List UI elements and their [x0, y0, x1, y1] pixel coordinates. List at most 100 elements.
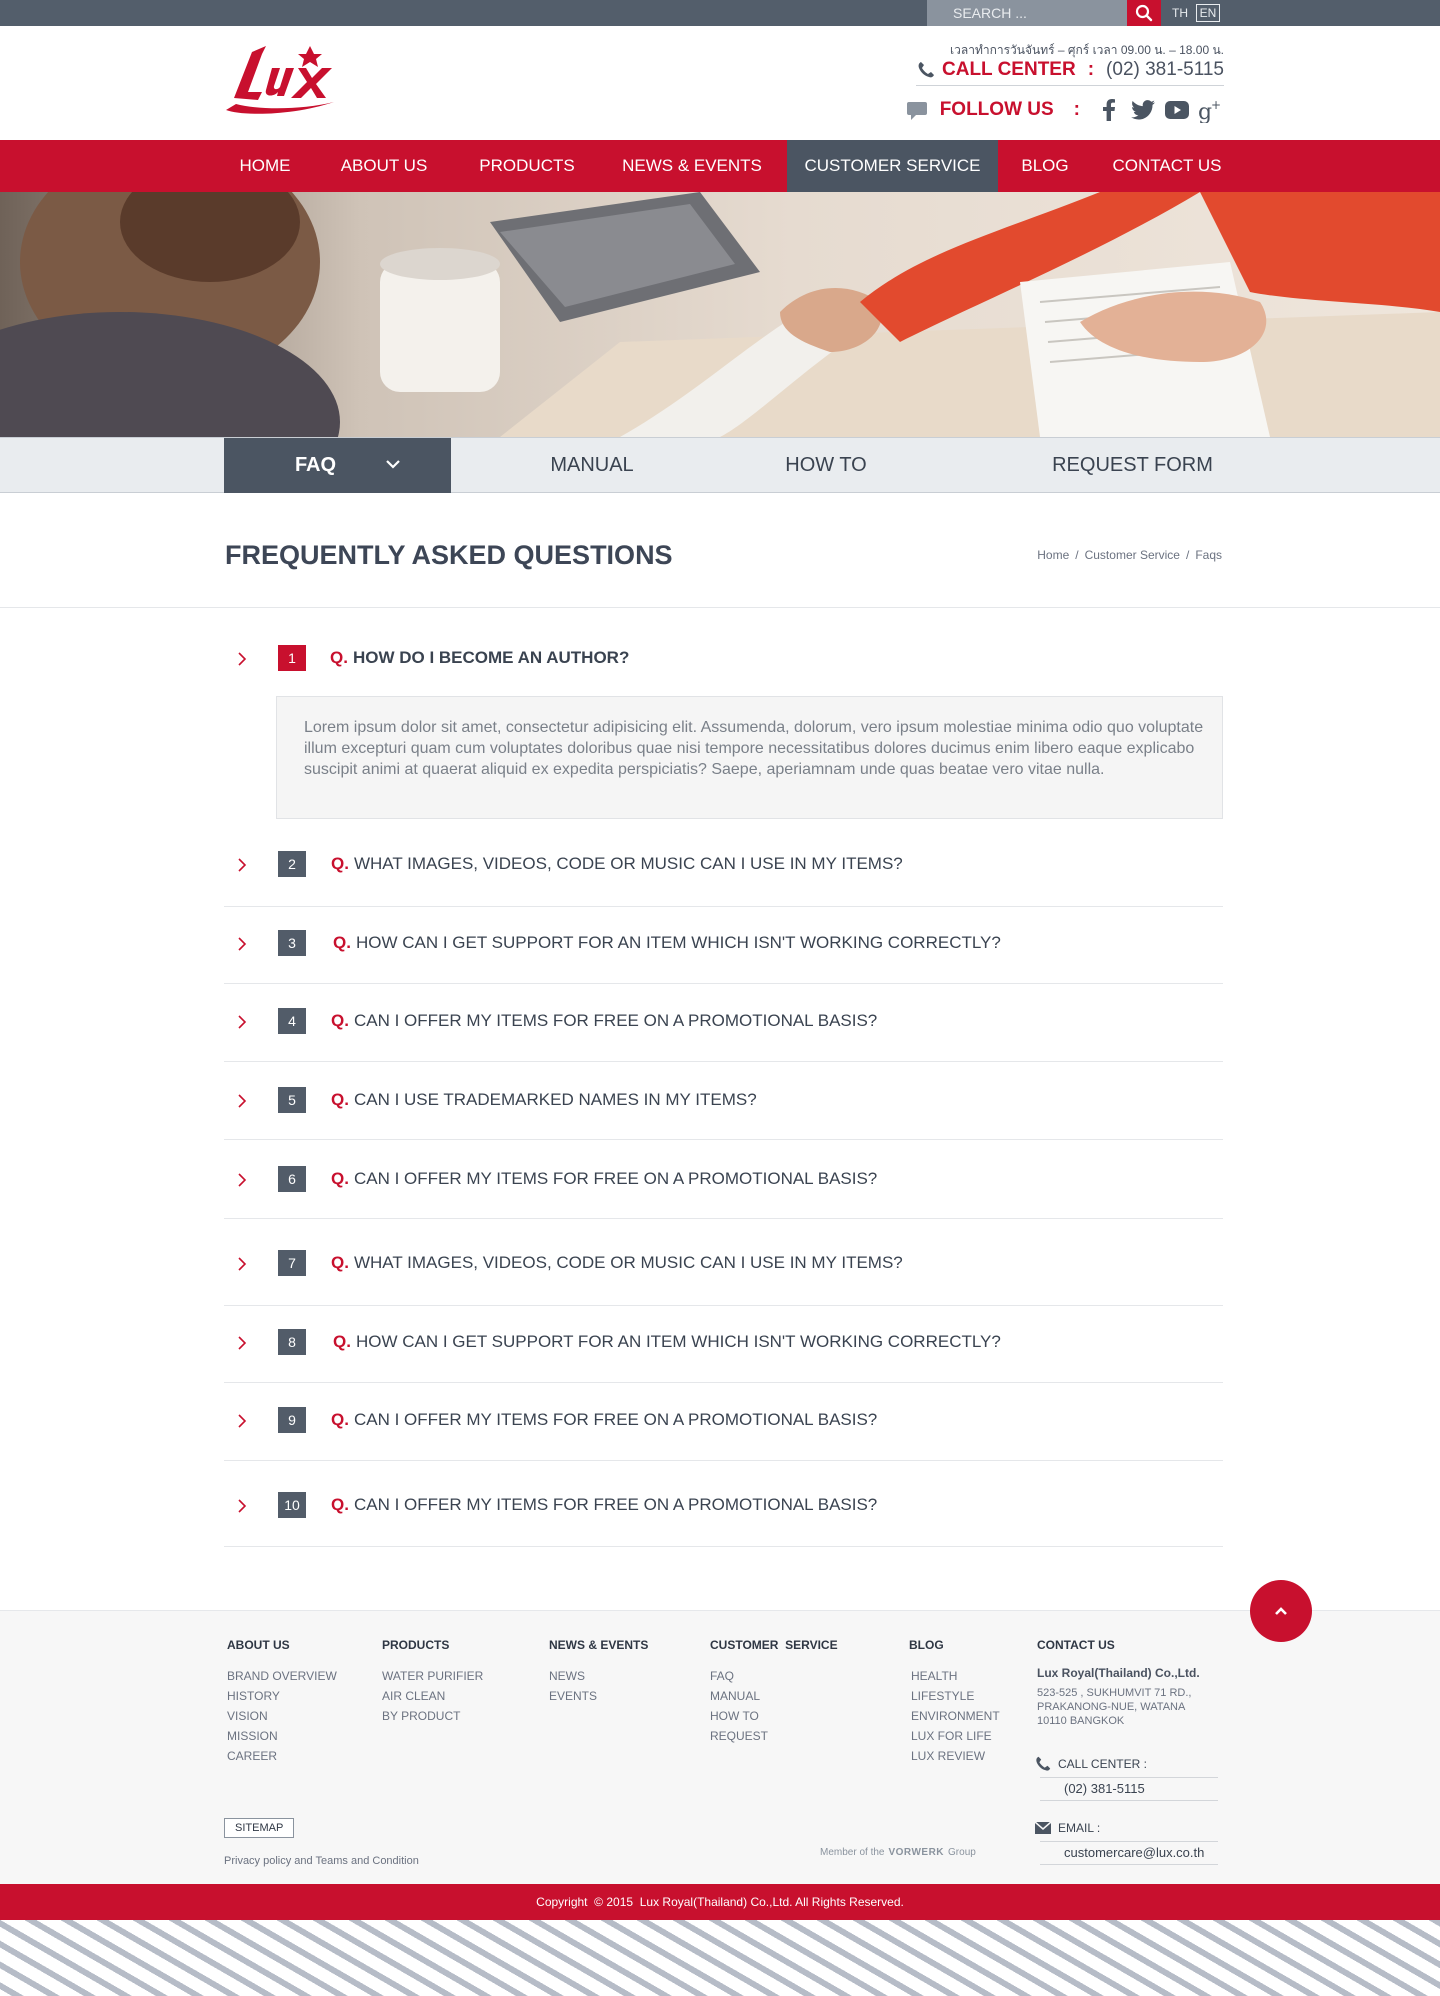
faq-question: Q. CAN I OFFER MY ITEMS FOR FREE ON A PRO…: [331, 1492, 877, 1518]
footer-link[interactable]: HISTORY: [227, 1686, 337, 1706]
chevron-right-icon: [238, 1257, 247, 1271]
faq-divider: [224, 1460, 1223, 1461]
q-prefix: Q.: [330, 648, 348, 667]
footer-col-contact: CONTACT US Lux Royal(Thailand) Co.,Ltd. …: [1037, 1638, 1200, 1728]
footer: ABOUT US BRAND OVERVIEW HISTORY VISION M…: [0, 1610, 1440, 1884]
member-suffix: Group: [948, 1847, 976, 1858]
q-prefix: Q.: [331, 1495, 349, 1514]
q-prefix: Q.: [331, 1253, 349, 1272]
footer-col-news: NEWS & EVENTS NEWS EVENTS: [549, 1638, 648, 1706]
faq-question: Q. WHAT IMAGES, VIDEOS, CODE OR MUSIC CAN…: [331, 851, 903, 877]
vorwerk-member: Member of the VORWERK Group: [820, 1847, 976, 1858]
footer-link[interactable]: EVENTS: [549, 1686, 648, 1706]
address-line: 10110 BANGKOK: [1037, 1715, 1125, 1727]
faq-item-1[interactable]: 1 Q. HOW DO I BECOME AN AUTHOR?: [224, 645, 1223, 673]
footer-link[interactable]: LUX FOR LIFE: [909, 1726, 1000, 1746]
chevron-right-icon: [238, 1414, 247, 1428]
faq-question: Q. CAN I USE TRADEMARKED NAMES IN MY ITEM…: [331, 1087, 757, 1113]
footer-link[interactable]: REQUEST: [710, 1726, 838, 1746]
footer-email-value[interactable]: customercare@lux.co.th: [1040, 1841, 1218, 1865]
footer-link[interactable]: WATER PURIFIER: [382, 1666, 483, 1686]
faq-question-text: WHAT IMAGES, VIDEOS, CODE OR MUSIC CAN I…: [353, 854, 903, 873]
footer-heading: NEWS & EVENTS: [549, 1638, 649, 1652]
faq-item-3[interactable]: 3 Q. HOW CAN I GET SUPPORT FOR AN ITEM WH…: [224, 930, 1223, 958]
faq-divider: [224, 1139, 1223, 1140]
q-prefix: Q.: [333, 1332, 351, 1351]
footer-link[interactable]: BRAND OVERVIEW: [227, 1666, 337, 1686]
footer-link[interactable]: HEALTH: [909, 1666, 1000, 1686]
q-prefix: Q.: [333, 933, 351, 952]
footer-heading: CONTACT US: [1037, 1638, 1115, 1652]
faq-divider: [224, 1546, 1223, 1547]
faq-question-text: HOW CAN I GET SUPPORT FOR AN ITEM WHICH …: [355, 933, 1001, 952]
faq-item-5[interactable]: 5 Q. CAN I USE TRADEMARKED NAMES IN MY IT…: [224, 1087, 1223, 1115]
faq-number: 6: [278, 1166, 306, 1192]
faq-question-text: CAN I OFFER MY ITEMS FOR FREE ON A PROMO…: [353, 1169, 878, 1188]
faq-number: 10: [278, 1492, 306, 1518]
q-prefix: Q.: [331, 1169, 349, 1188]
footer-col-blog: BLOG HEALTH LIFESTYLE ENVIRONMENT LUX FO…: [909, 1638, 1000, 1766]
chevron-right-icon: [238, 1173, 247, 1187]
mail-icon: [1034, 1821, 1052, 1834]
faq-item-9[interactable]: 9 Q. CAN I OFFER MY ITEMS FOR FREE ON A P…: [224, 1407, 1223, 1435]
faq-item-2[interactable]: 2 Q. WHAT IMAGES, VIDEOS, CODE OR MUSIC C…: [224, 851, 1223, 879]
member-prefix: Member of the: [820, 1847, 885, 1858]
faq-divider: [224, 1382, 1223, 1383]
faq-question: Q. CAN I OFFER MY ITEMS FOR FREE ON A PRO…: [331, 1407, 877, 1433]
footer-link[interactable]: FAQ: [710, 1666, 838, 1686]
phone-icon: [1036, 1756, 1051, 1771]
faq-divider: [224, 983, 1223, 984]
chevron-right-icon: [238, 1499, 247, 1513]
q-prefix: Q.: [331, 1090, 349, 1109]
faq-question-text: CAN I OFFER MY ITEMS FOR FREE ON A PROMO…: [353, 1011, 878, 1030]
footer-link[interactable]: NEWS: [549, 1666, 648, 1686]
faq-item-10[interactable]: 10 Q. CAN I OFFER MY ITEMS FOR FREE ON A …: [224, 1492, 1223, 1520]
chevron-right-icon: [238, 937, 247, 951]
faq-question: Q. HOW CAN I GET SUPPORT FOR AN ITEM WHIC…: [333, 930, 1001, 956]
footer-link[interactable]: MISSION: [227, 1726, 337, 1746]
faq-question: Q. HOW DO I BECOME AN AUTHOR?: [330, 645, 629, 671]
footer-call-center-value[interactable]: (02) 381-5115: [1040, 1777, 1218, 1801]
faq-question-text: HOW DO I BECOME AN AUTHOR?: [352, 648, 630, 667]
sitemap-button[interactable]: SITEMAP: [224, 1818, 295, 1838]
faq-divider: [224, 1218, 1223, 1219]
faq-question-text: CAN I USE TRADEMARKED NAMES IN MY ITEMS?: [353, 1090, 757, 1109]
q-prefix: Q.: [331, 854, 349, 873]
faq-number: 4: [278, 1008, 306, 1034]
call-center-label: CALL CENTER :: [1058, 1757, 1147, 1771]
vorwerk-logo: VORWERK: [888, 1847, 945, 1858]
chevron-right-icon: [238, 1015, 247, 1029]
footer-col-about: ABOUT US BRAND OVERVIEW HISTORY VISION M…: [227, 1638, 337, 1766]
footer-link[interactable]: LIFESTYLE: [909, 1686, 1000, 1706]
footer-link[interactable]: MANUAL: [710, 1686, 838, 1706]
faq-item-7[interactable]: 7 Q. WHAT IMAGES, VIDEOS, CODE OR MUSIC C…: [224, 1250, 1223, 1278]
q-prefix: Q.: [331, 1011, 349, 1030]
privacy-policy-link[interactable]: Privacy policy and Teams and Condition: [224, 1855, 419, 1867]
faq-divider: [224, 1305, 1223, 1306]
q-prefix: Q.: [331, 1410, 349, 1429]
faq-question-text: HOW CAN I GET SUPPORT FOR AN ITEM WHICH …: [355, 1332, 1001, 1351]
footer-link[interactable]: CAREER: [227, 1746, 337, 1766]
footer-link[interactable]: ENVIRONMENT: [909, 1706, 1000, 1726]
footer-link[interactable]: AIR CLEAN: [382, 1686, 483, 1706]
footer-link[interactable]: HOW TO: [710, 1706, 838, 1726]
back-to-top-button[interactable]: [1250, 1580, 1312, 1642]
faq-number: 1: [278, 645, 306, 671]
faq-number: 5: [278, 1087, 306, 1113]
faq-question: Q. WHAT IMAGES, VIDEOS, CODE OR MUSIC CAN…: [331, 1250, 903, 1276]
faq-number: 3: [278, 930, 306, 956]
faq-item-6[interactable]: 6 Q. CAN I OFFER MY ITEMS FOR FREE ON A P…: [224, 1166, 1223, 1194]
company-name: Lux Royal(Thailand) Co.,Ltd.: [1037, 1666, 1200, 1680]
address-line: 523-525 , SUKHUMVIT 71 RD.,: [1037, 1687, 1192, 1699]
footer-link[interactable]: VISION: [227, 1706, 337, 1726]
faq-number: 2: [278, 851, 306, 877]
footer-email-label: EMAIL :: [1034, 1821, 1100, 1835]
footer-link[interactable]: BY PRODUCT: [382, 1706, 483, 1726]
chevron-right-icon: [238, 858, 247, 872]
faq-item-4[interactable]: 4 Q. CAN I OFFER MY ITEMS FOR FREE ON A P…: [224, 1008, 1223, 1036]
footer-link[interactable]: LUX REVIEW: [909, 1746, 1000, 1766]
footer-heading: PRODUCTS: [382, 1638, 450, 1652]
address-line: PRAKANONG-NUE, WATANA: [1037, 1701, 1186, 1713]
faq-divider: [224, 1061, 1223, 1062]
faq-item-8[interactable]: 8 Q. HOW CAN I GET SUPPORT FOR AN ITEM WH…: [224, 1329, 1223, 1357]
